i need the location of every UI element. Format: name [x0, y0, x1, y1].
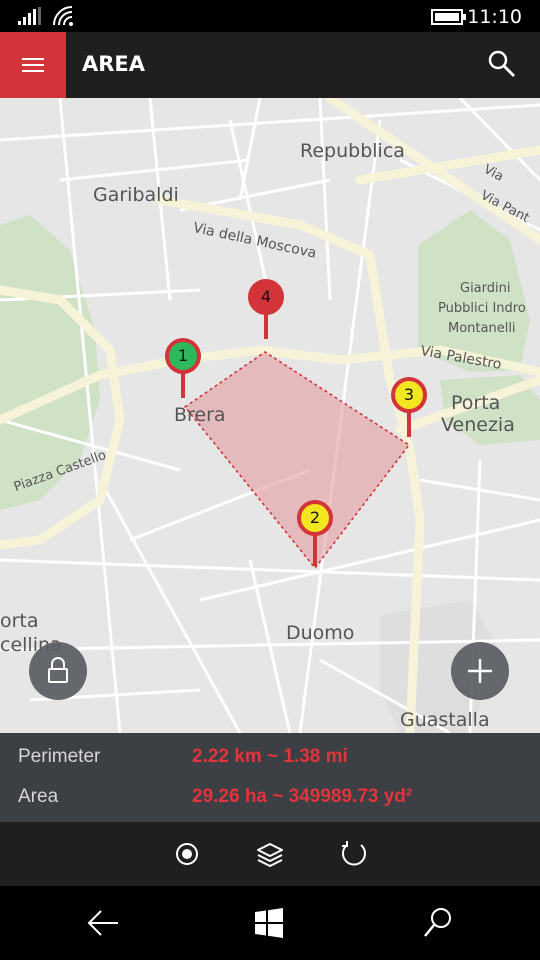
map-label-garibaldi: Garibaldi	[93, 184, 179, 206]
page-title: AREA	[82, 52, 146, 76]
area-label: Area	[18, 786, 59, 807]
map-view[interactable]: Repubblica Garibaldi Via della Moscova V…	[0, 98, 540, 733]
lock-button[interactable]	[29, 642, 87, 700]
map-label-pubblici: Pubblici Indro	[438, 301, 526, 316]
perimeter-label: Perimeter	[18, 746, 101, 767]
record-icon[interactable]	[170, 837, 204, 871]
menu-button[interactable]	[0, 32, 66, 98]
status-time: 11:10	[467, 6, 522, 28]
hamburger-icon	[22, 58, 44, 60]
command-bar	[0, 822, 540, 886]
lock-icon	[48, 657, 68, 683]
map-label-venezia: Venezia	[441, 414, 515, 436]
add-point-button[interactable]	[451, 642, 509, 700]
status-bar: 11:10	[0, 0, 540, 32]
map-marker-2[interactable]: 2	[297, 500, 333, 568]
windows-icon[interactable]	[254, 908, 284, 938]
marker-label: 3	[391, 377, 427, 413]
nav-search-icon[interactable]	[422, 906, 454, 940]
battery-icon	[431, 9, 466, 25]
map-label-porta: Porta	[451, 392, 501, 414]
area-value: 29.26 ha ~ 349989.73 yd²	[192, 786, 413, 807]
back-icon[interactable]	[86, 908, 120, 938]
marker-label: 2	[297, 500, 333, 536]
map-label-orta: orta	[0, 610, 39, 632]
app-bar: AREA	[0, 32, 540, 98]
marker-label: 4	[248, 279, 284, 315]
map-label-repubblica: Repubblica	[300, 140, 405, 162]
map-label-brera: Brera	[174, 404, 226, 426]
refresh-icon[interactable]	[337, 837, 371, 871]
search-icon[interactable]	[486, 48, 518, 80]
map-marker-3[interactable]: 3	[391, 377, 427, 439]
map-marker-4[interactable]: 4	[248, 279, 284, 341]
map-label-guastalla: Guastalla	[400, 709, 490, 731]
layers-icon[interactable]	[253, 837, 287, 871]
map-marker-1[interactable]: 1	[165, 338, 201, 400]
signal-icon	[18, 7, 41, 25]
plus-icon	[468, 659, 492, 683]
perimeter-value: 2.22 km ~ 1.38 mi	[192, 746, 348, 767]
map-label-montanelli: Montanelli	[448, 321, 516, 336]
marker-label: 1	[165, 338, 201, 374]
wifi-icon	[53, 6, 73, 26]
measurements-panel: Perimeter 2.22 km ~ 1.38 mi Area 29.26 h…	[0, 733, 540, 822]
map-label-giardini: Giardini	[460, 281, 511, 296]
nav-bar	[0, 886, 540, 960]
map-label-duomo: Duomo	[286, 622, 355, 644]
